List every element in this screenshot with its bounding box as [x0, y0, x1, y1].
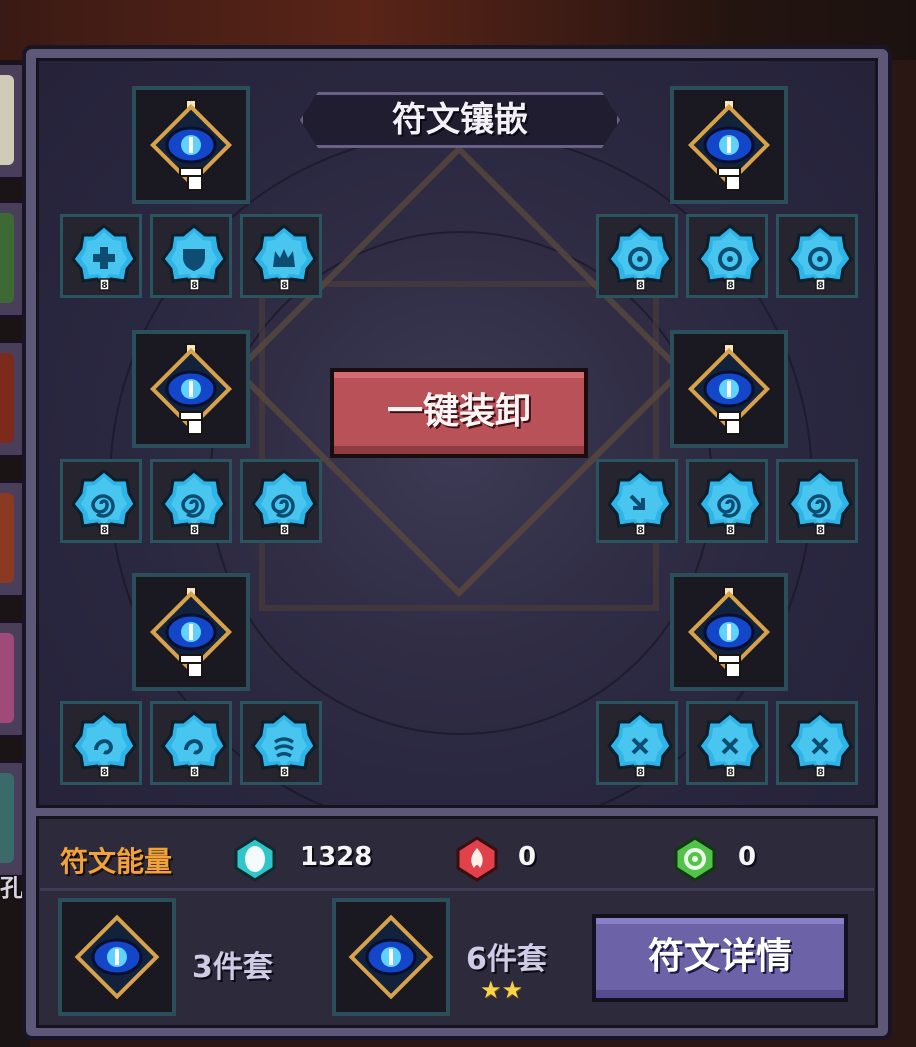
- eye-amulet-icon: [348, 914, 434, 1000]
- rune-slot[interactable]: 8: [150, 701, 232, 785]
- white-crystal-icon: [234, 836, 276, 882]
- rune-slot[interactable]: 8: [240, 214, 322, 298]
- key-eye-amulet-icon: [149, 586, 233, 678]
- rune-slot[interactable]: 8: [596, 214, 678, 298]
- svg-text:8: 8: [101, 768, 107, 778]
- key-amulet-slot[interactable]: [670, 573, 788, 691]
- rune-slot[interactable]: 8: [686, 701, 768, 785]
- svg-text:8: 8: [817, 281, 823, 291]
- key-eye-amulet-icon: [687, 99, 771, 191]
- set-bonus-slot-3[interactable]: [58, 898, 176, 1016]
- rune-slot[interactable]: 8: [596, 459, 678, 543]
- crown-rune-icon: 8: [251, 224, 317, 291]
- svg-text:8: 8: [637, 768, 643, 778]
- spiral-rune-icon: 8: [71, 469, 137, 536]
- svg-text:8: 8: [101, 281, 107, 291]
- circle-rune-icon: 8: [697, 224, 763, 291]
- rune-slot[interactable]: 8: [60, 459, 142, 543]
- unequip-all-button[interactable]: 一键装卸: [330, 368, 588, 458]
- rune-slot[interactable]: 8: [596, 701, 678, 785]
- rune-details-button[interactable]: 符文详情: [592, 914, 848, 1002]
- svg-text:8: 8: [191, 526, 197, 536]
- svg-text:8: 8: [191, 281, 197, 291]
- svg-text:8: 8: [637, 526, 643, 536]
- x-rune-icon: 8: [607, 711, 673, 778]
- side-label: 孔: [0, 874, 24, 902]
- set-label-6: 6件套: [466, 942, 547, 977]
- rune-slot[interactable]: 8: [686, 214, 768, 298]
- svg-text:8: 8: [281, 281, 287, 291]
- svg-text:8: 8: [817, 526, 823, 536]
- spiral-rune-icon: 8: [161, 469, 227, 536]
- circle-rune-icon: 8: [787, 224, 853, 291]
- divider: [40, 888, 874, 891]
- star-rating: ★★: [480, 976, 524, 1004]
- red-flame-gem-icon: [456, 836, 498, 882]
- svg-text:8: 8: [727, 768, 733, 778]
- x-rune-icon: 8: [787, 711, 853, 778]
- green-swirl-gem-icon: [674, 836, 716, 882]
- rune-slot[interactable]: 8: [60, 214, 142, 298]
- key-eye-amulet-icon: [149, 99, 233, 191]
- svg-text:8: 8: [817, 768, 823, 778]
- rune-slot[interactable]: 8: [150, 459, 232, 543]
- red-gem-count: 0: [518, 842, 537, 872]
- svg-text:8: 8: [281, 526, 287, 536]
- key-eye-amulet-icon: [149, 343, 233, 435]
- svg-text:8: 8: [191, 768, 197, 778]
- circle-rune-icon: 8: [607, 224, 673, 291]
- key-amulet-slot[interactable]: [132, 330, 250, 448]
- eye-amulet-icon: [74, 914, 160, 1000]
- set-bonus-slot-6[interactable]: [332, 898, 450, 1016]
- rune-slot[interactable]: 8: [776, 459, 858, 543]
- key-amulet-slot[interactable]: [670, 86, 788, 204]
- svg-text:8: 8: [727, 281, 733, 291]
- svg-text:8: 8: [727, 526, 733, 536]
- rune-slot[interactable]: 8: [60, 701, 142, 785]
- claw-rune-icon: 8: [251, 711, 317, 778]
- key-amulet-slot[interactable]: [670, 330, 788, 448]
- set-label-3: 3件套: [192, 950, 273, 985]
- key-eye-amulet-icon: [687, 586, 771, 678]
- page-title: 符文镶嵌: [392, 100, 528, 140]
- cross-rune-icon: 8: [71, 224, 137, 291]
- unequip-all-label: 一键装卸: [386, 391, 531, 432]
- svg-text:8: 8: [637, 281, 643, 291]
- swirl-rune-icon: 8: [71, 711, 137, 778]
- crystal-count: 1328: [300, 842, 373, 872]
- spiral-rune-icon: 8: [697, 469, 763, 536]
- swirl-rune-icon: 8: [161, 711, 227, 778]
- key-eye-amulet-icon: [687, 343, 771, 435]
- rune-slot[interactable]: 8: [776, 214, 858, 298]
- key-amulet-slot[interactable]: [132, 573, 250, 691]
- rune-slot[interactable]: 8: [240, 701, 322, 785]
- green-gem-count: 0: [738, 842, 757, 872]
- rune-slot[interactable]: 8: [686, 459, 768, 543]
- spiral-rune-icon: 8: [787, 469, 853, 536]
- rune-slot[interactable]: 8: [776, 701, 858, 785]
- key-amulet-slot[interactable]: [132, 86, 250, 204]
- rune-details-label: 符文详情: [647, 936, 792, 977]
- rune-energy-label: 符文能量: [60, 845, 173, 878]
- x-rune-icon: 8: [697, 711, 763, 778]
- spiral-rune-icon: 8: [251, 469, 317, 536]
- rune-slot[interactable]: 8: [150, 214, 232, 298]
- arrow-rune-icon: 8: [607, 469, 673, 536]
- shield-rune-icon: 8: [161, 224, 227, 291]
- svg-text:8: 8: [101, 526, 107, 536]
- svg-text:8: 8: [281, 768, 287, 778]
- rune-slot[interactable]: 8: [240, 459, 322, 543]
